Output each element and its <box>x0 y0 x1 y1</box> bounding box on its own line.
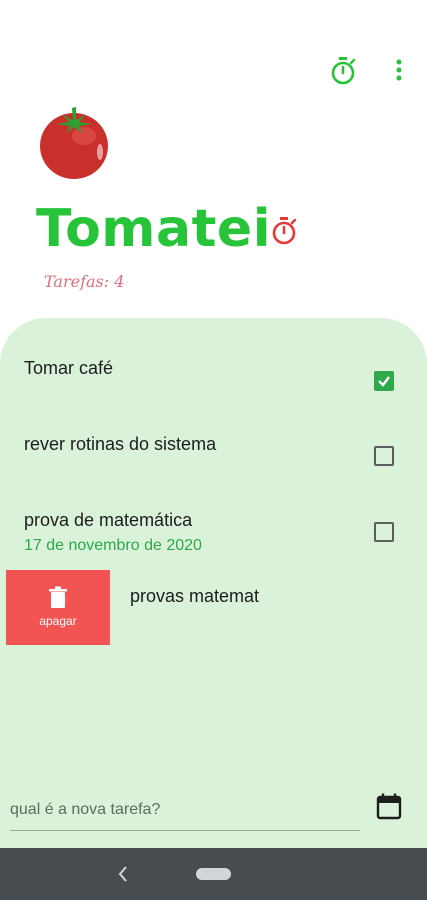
task-date: 17 de novembro de 2020 <box>24 537 202 554</box>
app-bar <box>0 0 427 100</box>
stopwatch-icon[interactable] <box>270 216 298 246</box>
home-button[interactable] <box>196 868 231 880</box>
task-checkbox[interactable] <box>374 522 394 542</box>
delete-label: apagar <box>39 614 77 628</box>
stopwatch-icon[interactable] <box>329 56 357 86</box>
calendar-icon[interactable] <box>376 792 402 820</box>
task-checkbox[interactable] <box>374 371 394 391</box>
task-title: prova de matemática <box>24 510 193 530</box>
trash-icon <box>49 586 67 608</box>
delete-button[interactable]: apagar <box>6 570 110 645</box>
more-vert-icon[interactable] <box>388 56 410 84</box>
task-title: Tomar café <box>24 358 114 378</box>
task-title: rever rotinas do sistema <box>24 434 217 454</box>
task-checkbox[interactable] <box>374 446 394 466</box>
app-title: Tomatei <box>36 199 272 259</box>
task-title[interactable]: provas matemat <box>130 586 259 607</box>
tomato-icon <box>40 107 108 179</box>
new-task-input[interactable] <box>10 790 360 831</box>
back-icon[interactable] <box>116 864 130 884</box>
task-count: Tarefas: 4 <box>44 272 125 291</box>
system-navigation-bar <box>0 848 427 900</box>
